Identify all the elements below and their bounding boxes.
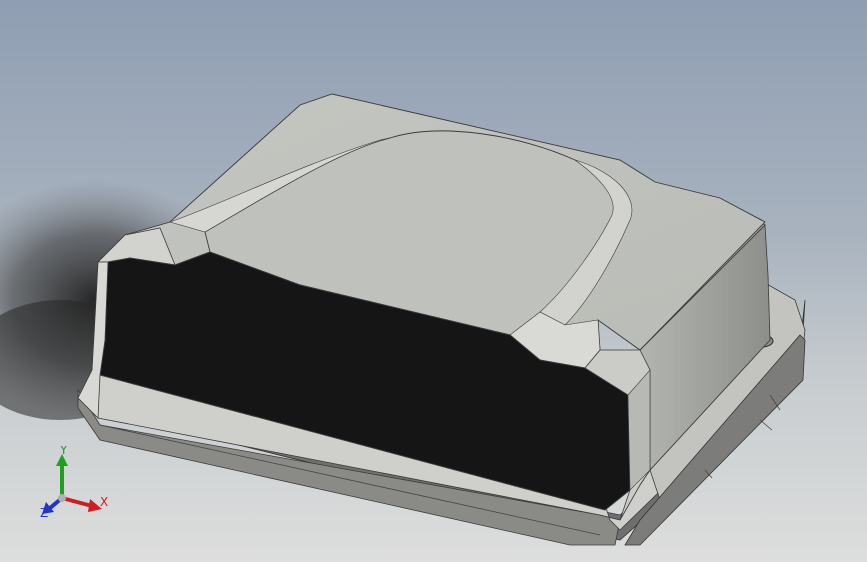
triad-origin — [58, 494, 66, 502]
cad-model-view[interactable] — [0, 0, 867, 562]
graphics-viewport[interactable]: Y X Z — [0, 0, 867, 562]
flange-step-line-2 — [759, 419, 773, 431]
x-axis-label: X — [100, 495, 108, 509]
y-axis-label: Y — [59, 446, 68, 457]
reference-triad: Y X Z — [40, 446, 108, 520]
x-axis-line — [61, 496, 93, 508]
z-axis-label: Z — [40, 506, 48, 520]
